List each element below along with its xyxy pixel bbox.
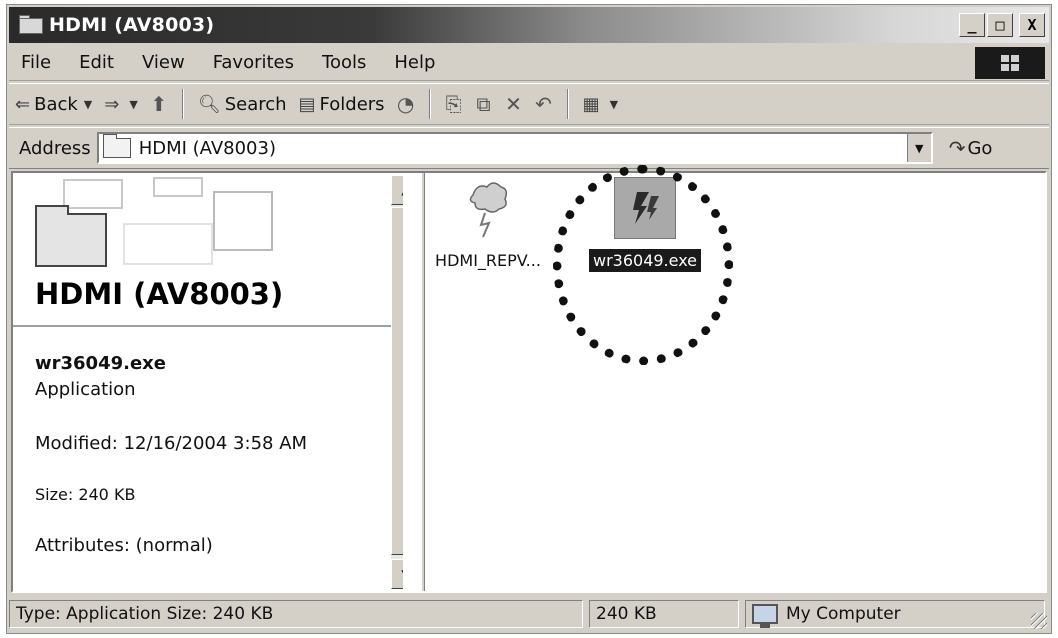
address-dropdown-button[interactable]: ▼ [906, 134, 931, 162]
selected-file-attributes: Attributes: (normal) [35, 535, 213, 556]
chevron-down-icon[interactable]: ▼ [610, 98, 618, 111]
close-button[interactable]: X [1019, 13, 1045, 37]
status-type: Type: Application Size: 240 KB [9, 600, 583, 628]
folder-title: HDMI (AV8003) [35, 277, 284, 311]
address-value[interactable]: HDMI (AV8003) [139, 138, 276, 159]
folder-icon [19, 15, 45, 35]
scroll-down-button[interactable]: ▼ [391, 559, 403, 589]
vertical-scrollbar[interactable]: ▲ ▼ [391, 175, 403, 589]
go-label: Go [967, 137, 993, 159]
selected-file-modified: Modified: 12/16/2004 3:58 AM [35, 433, 308, 454]
copy-to-button[interactable]: ⧉ [469, 89, 499, 119]
toolbar-separator [428, 89, 431, 119]
menu-file[interactable]: File [9, 52, 65, 73]
go-button[interactable]: ↷ Go [949, 136, 993, 160]
resize-grip[interactable] [1031, 613, 1047, 629]
file-name: HDMI_REPV... [435, 251, 541, 270]
minimize-button[interactable]: _ [959, 13, 985, 37]
history-icon: ◔ [396, 92, 415, 116]
computer-icon [752, 604, 778, 628]
chevron-down-icon[interactable]: ▼ [84, 98, 92, 111]
move-to-icon: ⎘ [445, 92, 462, 116]
folder-icon [102, 134, 131, 158]
back-label: Back [34, 93, 78, 115]
status-zone-label: My Computer [786, 604, 901, 624]
content-area: HDMI (AV8003) wr36049.exe Application Mo… [11, 165, 1047, 593]
forward-button[interactable]: ⇒ ▼ [98, 87, 144, 121]
move-to-button[interactable]: ⎘ [439, 89, 469, 119]
toolbar-separator [181, 89, 184, 119]
delete-icon: ✕ [505, 92, 522, 116]
status-zone: My Computer [745, 600, 1045, 628]
decoration [213, 191, 273, 251]
folders-button[interactable]: ▤ Folders [293, 87, 391, 121]
back-button[interactable]: ⇐ Back ▼ [9, 87, 98, 121]
address-bar: Address HDMI (AV8003) ▼ ↷ Go [9, 127, 1049, 169]
decoration [153, 177, 203, 197]
title-bar[interactable]: HDMI (AV8003) _ □ X [9, 7, 1049, 43]
scroll-up-button[interactable]: ▲ [391, 175, 403, 205]
search-button[interactable]: 🔍︎ Search [192, 87, 293, 121]
file-item[interactable]: HDMI_REPV... [423, 177, 553, 270]
copy-to-icon: ⧉ [476, 92, 491, 116]
go-arrow-icon: ↷ [948, 136, 966, 160]
undo-icon: ↶ [535, 92, 552, 116]
menu-favorites[interactable]: Favorites [199, 52, 308, 73]
folders-label: Folders [319, 93, 385, 115]
delete-button[interactable]: ✕ [499, 89, 529, 119]
scroll-thumb[interactable] [391, 207, 403, 555]
views-button[interactable]: ▦ ▼ [577, 87, 624, 121]
toolbar-separator [566, 89, 569, 119]
highlight-circle [553, 165, 733, 365]
back-arrow-icon: ⇐ [15, 93, 31, 115]
status-bar: Type: Application Size: 240 KB 240 KB My… [9, 597, 1049, 631]
address-label: Address [19, 137, 91, 159]
selected-file-name: wr36049.exe [35, 353, 166, 374]
search-icon: 🔍︎ [197, 93, 221, 115]
folders-icon: ▤ [298, 93, 316, 115]
large-folder-icon [35, 205, 107, 267]
undo-button[interactable]: ↶ [529, 89, 559, 119]
details-pane: HDMI (AV8003) wr36049.exe Application Mo… [13, 173, 403, 591]
search-label: Search [224, 93, 287, 115]
chevron-down-icon[interactable]: ▼ [129, 98, 137, 111]
up-folder-icon: ⬆ [150, 92, 168, 116]
window-title: HDMI (AV8003) [49, 14, 215, 36]
status-size: 240 KB [589, 600, 739, 628]
views-icon: ▦ [582, 93, 600, 115]
windows-logo-icon [975, 47, 1045, 79]
maximize-button[interactable]: □ [987, 13, 1013, 37]
address-input[interactable]: HDMI (AV8003) ▼ [96, 132, 933, 164]
history-button[interactable]: ◔ [391, 89, 421, 119]
selected-file-type: Application [35, 379, 136, 400]
menu-tools[interactable]: Tools [308, 52, 380, 73]
standard-toolbar: ⇐ Back ▼ ⇒ ▼ ⬆ 🔍︎ Search ▤ Folders ◔ ⎘ ⧉ [9, 83, 1049, 125]
folder-banner [13, 173, 403, 293]
explorer-window: HDMI (AV8003) _ □ X File Edit View Favor… [6, 4, 1052, 634]
menu-help[interactable]: Help [380, 52, 449, 73]
forward-arrow-icon: ⇒ [104, 93, 120, 115]
divider [13, 325, 403, 327]
selected-file-size: Size: 240 KB [35, 485, 136, 504]
menu-edit[interactable]: Edit [65, 52, 128, 73]
decoration [123, 223, 213, 265]
menu-view[interactable]: View [128, 52, 199, 73]
up-folder-button[interactable]: ⬆ [144, 89, 174, 119]
decoration [63, 179, 123, 209]
document-icon [463, 177, 513, 243]
menu-bar: File Edit View Favorites Tools Help [9, 45, 1049, 81]
